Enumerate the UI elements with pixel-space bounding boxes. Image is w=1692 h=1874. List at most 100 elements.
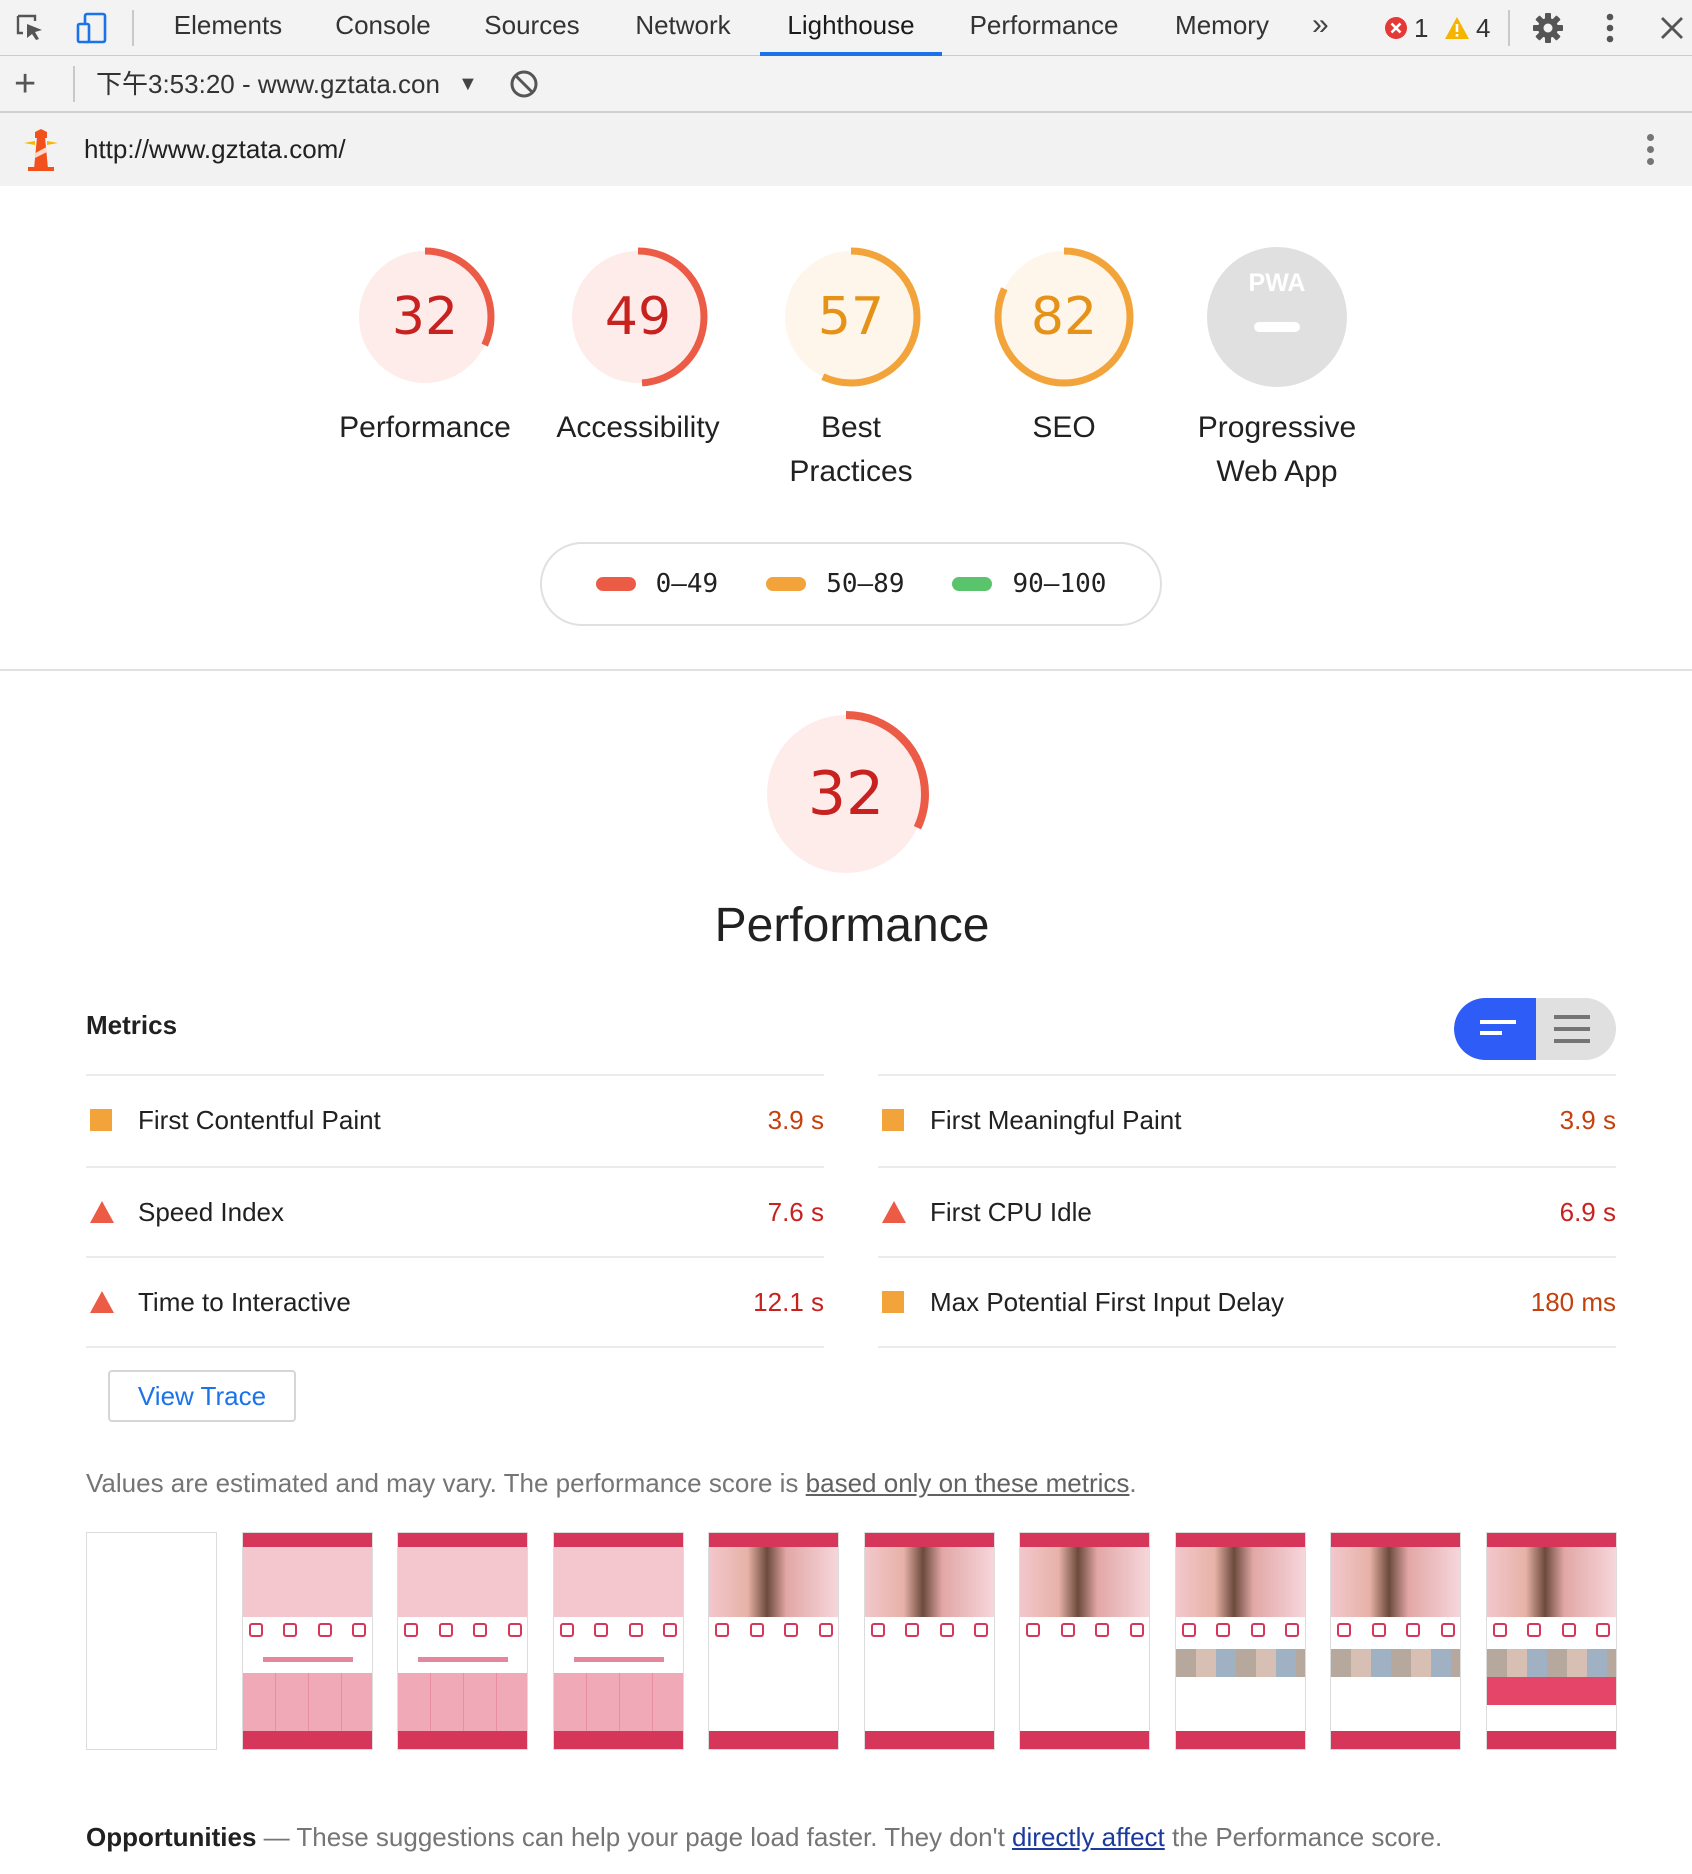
- pwa-badge-icon: PWA: [1207, 247, 1347, 387]
- inspect-element-icon[interactable]: [10, 8, 50, 48]
- filmstrip-frame: [397, 1532, 528, 1750]
- expanded-view-icon[interactable]: [1536, 998, 1616, 1060]
- warning-icon: [1445, 17, 1469, 39]
- opportunities-title: Opportunities: [86, 1822, 257, 1852]
- report-url: http://www.gztata.com/: [84, 134, 346, 164]
- filmstrip-frame: [552, 1532, 684, 1750]
- score-legend: 0–49 50–89 90–100: [540, 542, 1162, 626]
- legend-item-average: 50–89: [766, 569, 904, 599]
- fail-triangle-icon: [882, 1201, 906, 1223]
- settings-gear-icon[interactable]: [1528, 8, 1568, 48]
- view-trace-button[interactable]: View Trace: [108, 1370, 296, 1422]
- filmstrip-frame: [1485, 1532, 1617, 1750]
- average-square-icon: [882, 1109, 904, 1131]
- gauge-ring: 49: [568, 247, 708, 387]
- metrics-heading: Metrics: [86, 1010, 178, 1040]
- fail-triangle-icon: [90, 1201, 114, 1223]
- metric-first-contentful-paint: First Contentful Paint 3.9 s: [86, 1074, 824, 1164]
- pwa-badge-text: PWA: [1249, 269, 1306, 297]
- warning-counter[interactable]: 4: [1444, 0, 1490, 56]
- filmstrip-frame: [1174, 1532, 1306, 1750]
- filmstrip-frame: [1019, 1532, 1150, 1750]
- gauge-label: Performance: [339, 411, 511, 444]
- dropdown-arrow-icon: ▼: [458, 73, 478, 95]
- fail-triangle-icon: [90, 1291, 114, 1313]
- metrics-link[interactable]: based only on these metrics: [806, 1468, 1130, 1498]
- plus-icon[interactable]: +: [14, 56, 36, 113]
- gauge-label: Accessibility: [556, 411, 720, 444]
- directly-affect-link[interactable]: directly affect: [1012, 1822, 1165, 1852]
- lighthouse-toolbar: + 下午3:53:20 - www.gztata.con ▼: [0, 56, 1692, 113]
- filmstrip-frame: [241, 1532, 373, 1750]
- gauge-label: Progressive Web App: [1197, 411, 1357, 488]
- device-toolbar-icon[interactable]: [72, 8, 112, 48]
- report-url-bar: http://www.gztata.com/: [0, 113, 1692, 186]
- error-icon: [1385, 17, 1407, 39]
- filmstrip-frame: [863, 1532, 995, 1750]
- gauge-ring: 82: [994, 247, 1134, 387]
- compact-view-icon: [1480, 1020, 1516, 1035]
- gauge-label: Best Practices: [789, 411, 913, 488]
- metric-first-meaningful-paint: First Meaningful Paint 3.9 s: [878, 1074, 1616, 1164]
- metric-value: 3.9 s: [767, 1104, 824, 1135]
- more-vert-icon[interactable]: [1590, 8, 1630, 48]
- chevron-double-right-icon[interactable]: »: [1312, 0, 1329, 56]
- metric-divider: [86, 1346, 824, 1348]
- tab-elements[interactable]: Elements: [166, 0, 290, 56]
- gauge-score: 57: [818, 287, 884, 347]
- tab-sources[interactable]: Sources: [476, 0, 588, 56]
- metrics-view-toggle[interactable]: [1454, 998, 1616, 1060]
- gauge-ring: 57: [781, 247, 921, 387]
- metric-max-potential-fid: Max Potential First Input Delay 180 ms: [878, 1256, 1616, 1346]
- filmstrip-frame: [708, 1532, 839, 1750]
- clear-block-icon[interactable]: [508, 68, 540, 100]
- filmstrip-frame: [1330, 1532, 1461, 1750]
- tab-lighthouse[interactable]: Lighthouse: [760, 0, 942, 56]
- metrics-note: Values are estimated and may vary. The p…: [86, 1468, 1137, 1498]
- report-select-label: 下午3:53:20 - www.gztata.con: [96, 69, 440, 99]
- close-icon[interactable]: [1652, 8, 1692, 48]
- tab-performance[interactable]: Performance: [964, 0, 1124, 56]
- average-square-icon: [90, 1109, 112, 1131]
- metric-value: 12.1 s: [753, 1286, 824, 1317]
- metric-value: 7.6 s: [767, 1196, 824, 1227]
- gauge-performance[interactable]: 32 Performance: [325, 246, 525, 450]
- screenshot-filmstrip: [86, 1532, 1617, 1750]
- tab-memory[interactable]: Memory: [1170, 0, 1274, 56]
- warning-count: 4: [1476, 13, 1491, 43]
- toolbar-divider: [73, 66, 75, 102]
- tab-console[interactable]: Console: [324, 0, 442, 56]
- metric-value: 6.9 s: [1559, 1196, 1616, 1227]
- gauge-score: 49: [605, 287, 671, 347]
- devtools-tabbar: Elements Console Sources Network Lightho…: [0, 0, 1692, 56]
- toolbar-divider: [132, 10, 134, 46]
- gauge-accessibility[interactable]: 49 Accessibility: [538, 246, 738, 450]
- toolbar-divider: [1508, 10, 1510, 46]
- performance-title: Performance: [714, 899, 990, 952]
- opportunities-header: Opportunities — These suggestions can he…: [86, 1822, 1443, 1852]
- gauge-ring: 32: [355, 247, 495, 387]
- section-divider: [0, 669, 1692, 671]
- gauge-pwa[interactable]: PWA Progressive Web App: [1177, 246, 1377, 494]
- more-vert-icon[interactable]: [1640, 131, 1660, 171]
- error-count: 1: [1414, 13, 1429, 43]
- gauge-best-practices[interactable]: 57 Best Practices: [751, 246, 951, 494]
- average-square-icon: [882, 1291, 904, 1313]
- error-counter[interactable]: 1: [1384, 0, 1428, 56]
- gauge-seo[interactable]: 82 SEO: [964, 246, 1164, 450]
- legend-item-fail: 0–49: [595, 569, 718, 599]
- metric-speed-index: Speed Index 7.6 s: [86, 1166, 824, 1256]
- performance-score: 32: [808, 759, 884, 829]
- report-select[interactable]: 下午3:53:20 - www.gztata.con ▼: [96, 56, 478, 113]
- filmstrip-frame: [86, 1532, 217, 1750]
- legend-average-pill: [766, 577, 807, 591]
- compact-view-button[interactable]: [1454, 998, 1536, 1060]
- legend-fail-pill: [595, 577, 636, 591]
- tab-network[interactable]: Network: [624, 0, 742, 56]
- gauge-score: 82: [1031, 287, 1097, 347]
- metric-time-to-interactive: Time to Interactive 12.1 s: [86, 1256, 824, 1346]
- lighthouse-logo-icon: [24, 129, 58, 171]
- performance-score-gauge: 32: [763, 711, 929, 877]
- metric-value: 180 ms: [1530, 1286, 1616, 1317]
- metric-first-cpu-idle: First CPU Idle 6.9 s: [878, 1166, 1616, 1256]
